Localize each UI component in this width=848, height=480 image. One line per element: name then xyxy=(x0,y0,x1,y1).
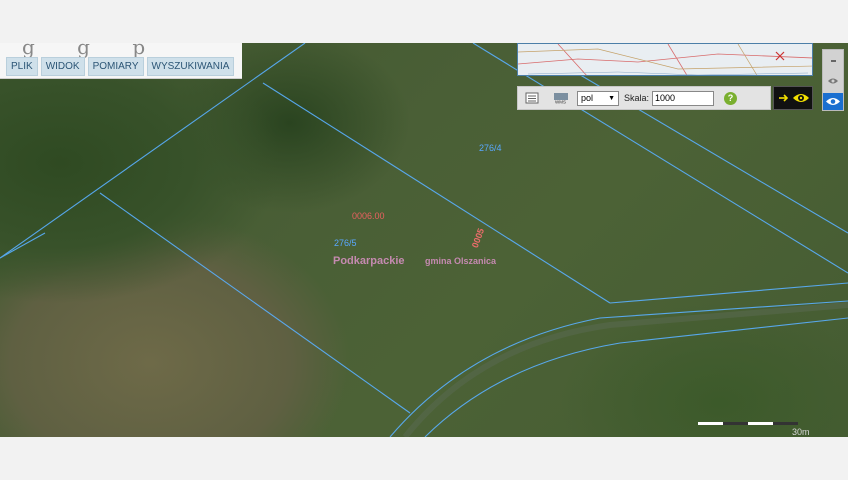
arrow-right-icon xyxy=(779,94,789,102)
menu-wyszukiwania[interactable]: WYSZUKIWANIA xyxy=(146,57,235,76)
visibility-icons xyxy=(779,94,809,102)
eye-small-icon xyxy=(828,78,838,84)
logo: g g p xyxy=(22,35,164,59)
parcel-label-276-5: 276/5 xyxy=(334,238,357,248)
help-icon[interactable]: ? xyxy=(724,91,738,105)
list-icon[interactable] xyxy=(525,92,539,104)
side-panel-icons xyxy=(823,60,843,110)
map-toolbar: WMS pol ▼ Skala: 1000 ? xyxy=(517,86,771,110)
precinct-label: 0006.00 xyxy=(352,211,385,221)
main-menu: PLIK WIDOK POMIARY WYSZUKIWANIA xyxy=(6,57,235,76)
scale-input[interactable]: 1000 xyxy=(652,90,715,106)
menu-pomiary[interactable]: POMIARY xyxy=(87,57,144,76)
gmina-label: gmina Olszanica xyxy=(425,256,497,266)
menu-widok[interactable]: WIDOK xyxy=(40,57,85,76)
scalebar-label: 30m xyxy=(792,427,810,436)
parcel-label-276-4: 276/4 xyxy=(479,143,502,153)
scale-bar: 30m xyxy=(698,418,818,441)
menu-plik[interactable]: PLIK xyxy=(6,57,38,76)
minimap-roads xyxy=(518,44,812,75)
visibility-toggle[interactable] xyxy=(773,86,813,110)
svg-text:WMS: WMS xyxy=(555,100,566,105)
chevron-down-icon: ▼ xyxy=(608,94,615,102)
minimize-icon xyxy=(831,60,836,62)
voivodeship-label: Podkarpackie xyxy=(333,255,405,267)
scale-label: Skala: xyxy=(624,93,650,103)
language-value: pol xyxy=(581,93,594,103)
eye-active-icon xyxy=(823,93,843,110)
eye-icon xyxy=(793,94,809,102)
wms-icon[interactable]: WMS xyxy=(553,92,569,104)
side-panel xyxy=(822,49,844,111)
overview-minimap[interactable] xyxy=(517,43,813,76)
language-select[interactable]: pol ▼ xyxy=(577,90,619,106)
